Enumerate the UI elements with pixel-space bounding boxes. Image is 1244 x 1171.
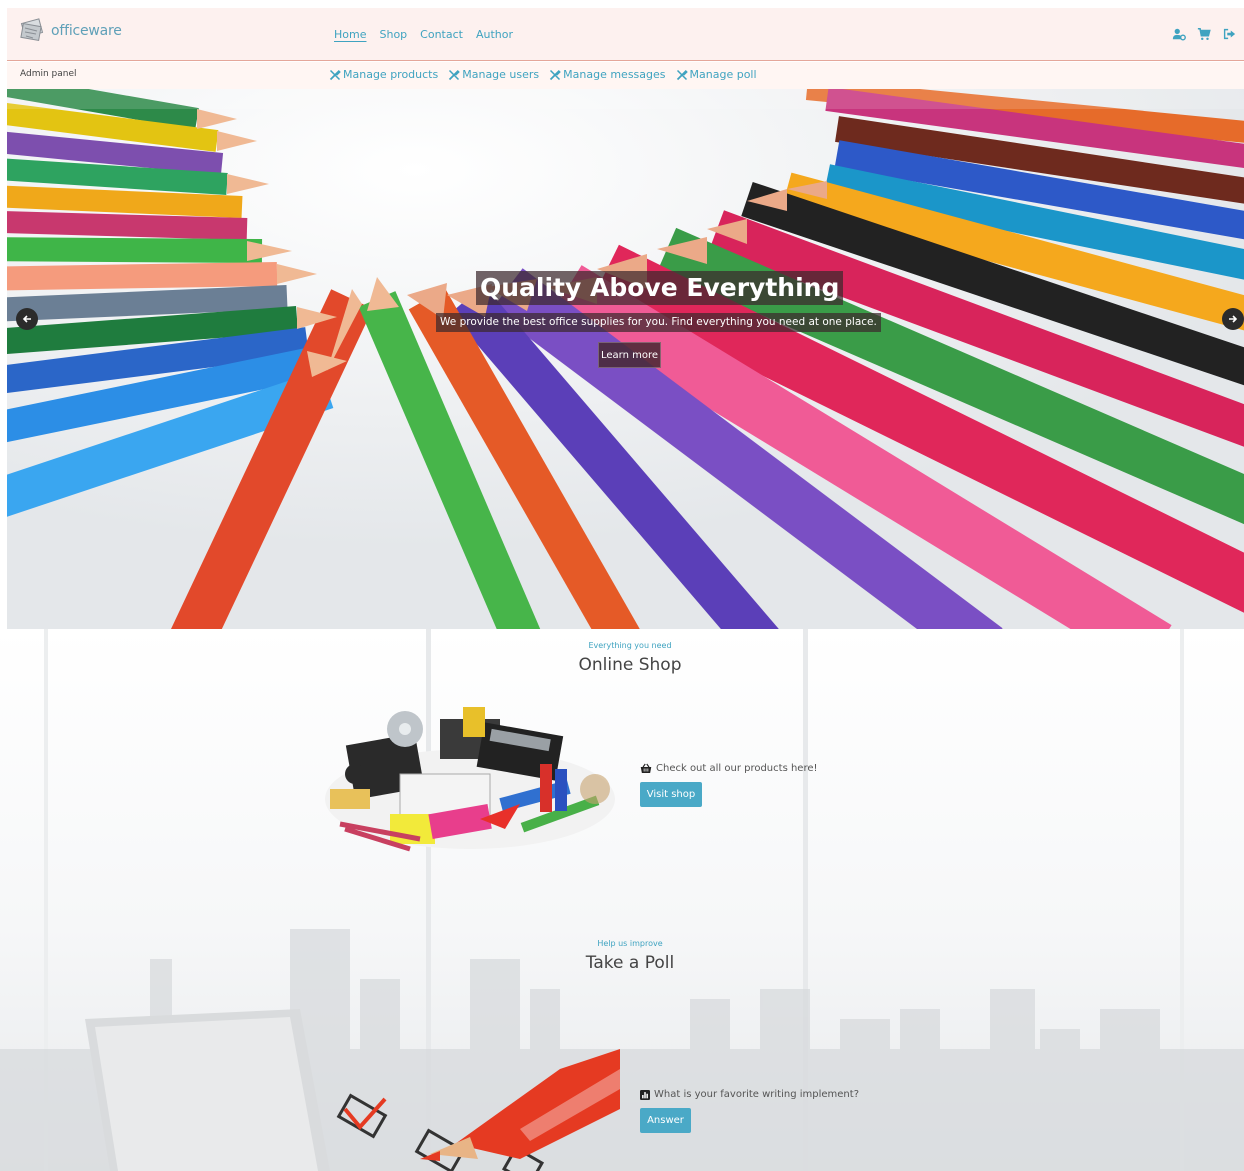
poll-icon [640,1089,650,1100]
content-sections: Everything you need Online Shop Check ou… [0,629,1244,1171]
tools-icon [550,69,561,80]
tools-icon [676,69,688,80]
shop-eyebrow: Everything you need [588,641,672,650]
manage-messages-label: Manage messages [563,68,666,81]
manage-messages-link[interactable]: Manage messages [549,68,666,81]
brand-link[interactable]: officeware [17,16,122,46]
learn-more-button[interactable]: Learn more [598,342,661,368]
cart-icon[interactable] [1197,27,1211,41]
manage-users-link[interactable]: Manage users [448,68,539,81]
admin-links: Manage products Manage users Manage mess… [329,68,757,81]
arrow-left-icon [22,315,31,323]
hero-carousel: Quality Above Everything We provide the … [7,89,1244,629]
logo-icon [20,18,44,42]
navbar: officeware Home Shop Contact Author [7,8,1244,61]
poll-section-title: Take a Poll [585,953,675,973]
answer-poll-button[interactable]: Answer [640,1108,691,1133]
poll-eyebrow: Help us improve [597,939,663,948]
manage-poll-label: Manage poll [689,68,757,81]
manage-products-link[interactable]: Manage products [329,68,438,81]
visit-shop-button[interactable]: Visit shop [640,782,702,807]
carousel-next-button[interactable] [1222,308,1244,330]
poll-feature-text: What is your favorite writing implement? [654,1089,859,1100]
tools-icon [449,69,461,80]
poll-feature: What is your favorite writing implement? [640,1089,859,1100]
nav-icons [1172,27,1236,41]
carousel-prev-button[interactable] [16,308,38,330]
user-cog-icon[interactable] [1172,27,1186,41]
shop-feature-text: Check out all our products here! [656,763,818,774]
hero-title: Quality Above Everything [476,271,844,305]
tools-icon [329,69,341,80]
brand-name: officeware [51,23,122,39]
shop-section-title: Online Shop [578,655,682,675]
office-background-image [0,629,1244,1171]
main-nav: Home Shop Contact Author [334,28,513,43]
shopping-basket-icon [640,763,652,773]
manage-users-label: Manage users [462,68,540,81]
arrow-right-icon [1229,315,1238,323]
shop-feature: Check out all our products here! [640,763,818,774]
nav-contact[interactable]: Contact [420,28,463,43]
page: officeware Home Shop Contact Author Admi… [0,0,1244,1171]
manage-poll-link[interactable]: Manage poll [676,68,757,81]
nav-home[interactable]: Home [334,28,366,43]
hero-subtitle: We provide the best office supplies for … [436,313,881,332]
manage-products-label: Manage products [343,68,439,81]
nav-author[interactable]: Author [476,28,513,43]
sign-out-icon[interactable] [1222,27,1236,41]
admin-panel-label: Admin panel [20,69,77,79]
nav-shop[interactable]: Shop [379,28,407,43]
admin-bar: Admin panel Manage products Manage users [7,62,1244,89]
